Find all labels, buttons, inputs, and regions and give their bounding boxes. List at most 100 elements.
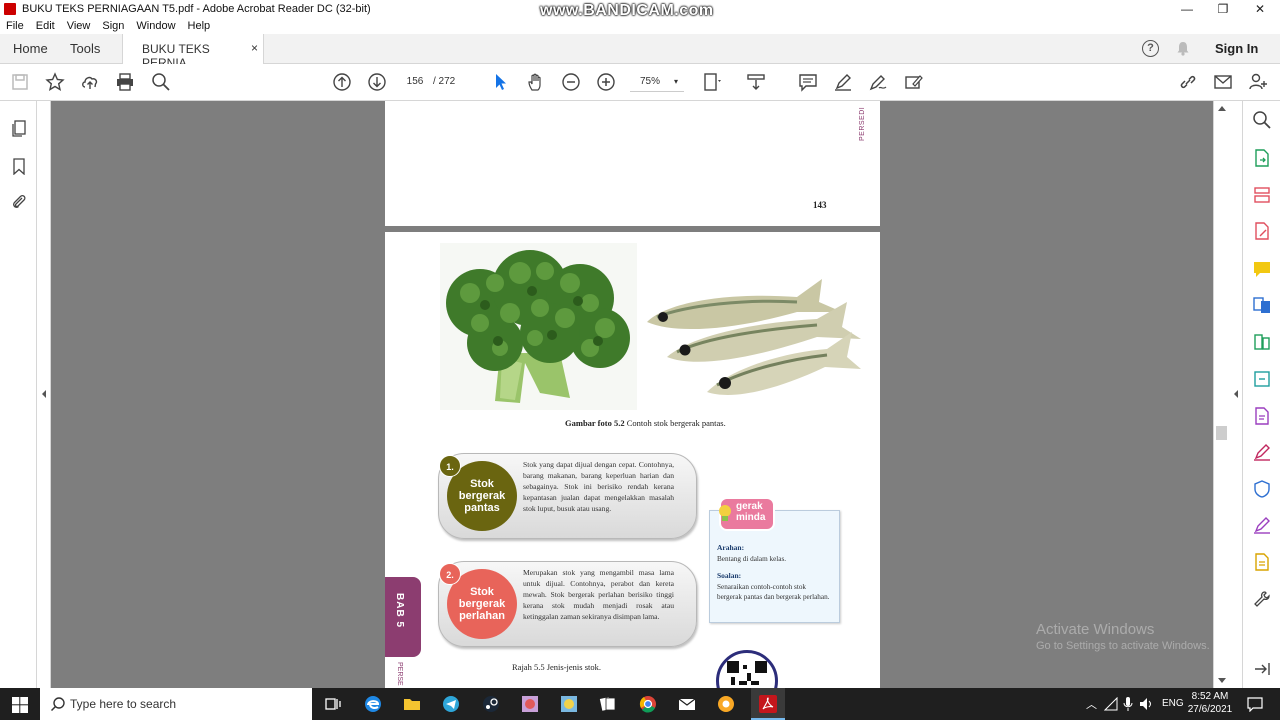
protect-shield-icon[interactable] xyxy=(1252,479,1272,499)
taskbar-search-box[interactable]: Type here to search xyxy=(40,688,312,720)
bookmarks-icon[interactable] xyxy=(10,157,28,175)
network-icon[interactable] xyxy=(1104,697,1118,711)
page-thumbnails-icon[interactable] xyxy=(10,119,28,137)
game-app-icon[interactable] xyxy=(520,694,540,714)
cloud-upload-icon[interactable] xyxy=(80,72,100,92)
tab-close-icon[interactable]: × xyxy=(251,41,258,55)
chapter-tab: BAB 5 xyxy=(385,577,421,657)
pdf-page-previous: PERSEDI 143 xyxy=(385,101,880,226)
stock-type-number: 1. xyxy=(439,455,461,477)
create-pdf-icon[interactable] xyxy=(1252,185,1272,205)
steam-icon[interactable] xyxy=(481,694,501,714)
notifications-icon[interactable] xyxy=(1247,696,1263,712)
window-title: BUKU TEKS PERNIAGAAN T5.pdf - Adobe Acro… xyxy=(22,3,371,15)
scroll-up-arrow-icon[interactable] xyxy=(1218,105,1226,111)
left-pane-toggle[interactable] xyxy=(37,101,51,688)
menu-window[interactable]: Window xyxy=(136,20,175,32)
add-person-icon[interactable] xyxy=(1248,72,1268,92)
menu-file[interactable]: File xyxy=(6,20,24,32)
qr-code[interactable] xyxy=(716,650,778,688)
diagram-caption: Rajah 5.5 Jenis-jenis stok. xyxy=(512,662,602,672)
zoom-level-dropdown[interactable]: 75% ▾ xyxy=(630,72,684,92)
chevron-down-icon: ▾ xyxy=(673,77,678,86)
previous-page-icon[interactable] xyxy=(332,72,352,92)
share-link-icon[interactable] xyxy=(1178,72,1198,92)
menu-help[interactable]: Help xyxy=(188,20,211,32)
search-zoom-icon[interactable] xyxy=(151,72,171,92)
telegram-icon[interactable] xyxy=(441,694,461,714)
chrome-canary-icon[interactable] xyxy=(716,694,736,714)
collapse-pane-icon[interactable] xyxy=(1252,659,1272,679)
scan-ocr-icon[interactable] xyxy=(1252,369,1272,389)
notification-bell-icon[interactable] xyxy=(1176,41,1190,56)
search-icon xyxy=(50,697,65,712)
minimize-button[interactable]: — xyxy=(1170,0,1204,18)
fill-sign-icon[interactable] xyxy=(903,72,923,92)
input-language[interactable]: ENG xyxy=(1162,698,1184,709)
scroll-mode-icon[interactable] xyxy=(746,72,766,92)
comment-icon[interactable] xyxy=(798,72,818,92)
edit-pdf-icon[interactable] xyxy=(1252,221,1272,241)
document-viewport[interactable]: PERSEDI 143 Gambar foto 5.2 Contoh stok … xyxy=(51,101,1213,688)
chrome-browser-icon[interactable] xyxy=(638,694,658,714)
comment-tool-icon[interactable] xyxy=(1252,259,1272,279)
scrollbar-thumb[interactable] xyxy=(1216,426,1227,440)
hand-tool-icon[interactable] xyxy=(526,72,546,92)
send-for-comments-icon[interactable] xyxy=(1252,552,1272,572)
menu-sign[interactable]: Sign xyxy=(102,20,124,32)
protect-document-icon[interactable] xyxy=(1252,406,1272,426)
tab-home[interactable]: Home xyxy=(13,41,48,56)
menu-edit[interactable]: Edit xyxy=(36,20,55,32)
zoom-out-icon[interactable] xyxy=(561,72,581,92)
clock-date: 27/6/2021 xyxy=(1187,704,1233,715)
task-view-icon[interactable] xyxy=(323,694,343,714)
save-icon[interactable] xyxy=(10,72,30,92)
fill-and-sign-icon[interactable] xyxy=(1252,442,1272,462)
volume-icon[interactable] xyxy=(1139,697,1153,711)
page-total: / 272 xyxy=(433,76,456,87)
tab-tools[interactable]: Tools xyxy=(70,41,100,56)
game-app-icon-2[interactable] xyxy=(559,694,579,714)
combine-files-icon[interactable] xyxy=(1252,295,1272,315)
search-tool-icon[interactable] xyxy=(1252,110,1272,130)
broccoli-photo xyxy=(440,243,637,410)
request-signatures-icon[interactable] xyxy=(1252,515,1272,535)
help-icon[interactable]: ? xyxy=(1142,40,1159,57)
file-explorer-icon[interactable] xyxy=(402,694,422,714)
arahan-label: Arahan: xyxy=(717,543,745,552)
close-window-button[interactable]: ✕ xyxy=(1243,0,1277,18)
soalan-text: Senaraikan contoh-contoh stok bergerak p… xyxy=(717,583,830,601)
scroll-down-arrow-icon[interactable] xyxy=(1218,678,1226,684)
taskbar-active-app[interactable] xyxy=(751,688,785,720)
edge-browser-icon[interactable] xyxy=(363,694,383,714)
system-clock[interactable]: 8:52 AM 27/6/2021 xyxy=(1186,690,1234,716)
export-pdf-icon[interactable] xyxy=(1252,148,1272,168)
microphone-icon[interactable] xyxy=(1123,696,1133,712)
zoom-in-icon[interactable] xyxy=(596,72,616,92)
select-cursor-icon[interactable] xyxy=(491,72,511,92)
tab-document[interactable]: BUKU TEKS PERNIA... × xyxy=(122,34,264,70)
clock-time: 8:52 AM xyxy=(1191,691,1229,702)
highlight-pen-icon[interactable] xyxy=(833,72,853,92)
sign-in-button[interactable]: Sign In xyxy=(1215,41,1258,56)
attachments-paperclip-icon[interactable] xyxy=(10,193,28,211)
menu-view[interactable]: View xyxy=(67,20,91,32)
more-tools-wrench-icon[interactable] xyxy=(1252,589,1272,609)
maximize-button[interactable]: ❐ xyxy=(1206,0,1240,18)
page-number-input[interactable]: 156 xyxy=(400,73,430,91)
mail-icon[interactable] xyxy=(677,694,697,714)
vertical-scrollbar[interactable] xyxy=(1213,101,1229,688)
tray-overflow-icon[interactable]: ︿ xyxy=(1086,696,1097,712)
bookmark-star-icon[interactable] xyxy=(45,72,65,92)
organize-pages-icon[interactable] xyxy=(1252,332,1272,352)
next-page-icon[interactable] xyxy=(367,72,387,92)
windows-start-icon[interactable] xyxy=(12,697,28,713)
solitaire-cards-icon[interactable] xyxy=(598,694,618,714)
draw-tool-icon[interactable] xyxy=(868,72,888,92)
right-pane-toggle[interactable] xyxy=(1229,101,1243,688)
stock-type-description: Merupakan stok yang mengambil masa lama … xyxy=(523,568,674,621)
left-navigation-pane xyxy=(0,101,37,688)
email-icon[interactable] xyxy=(1213,72,1233,92)
fit-page-icon[interactable] xyxy=(702,72,722,92)
print-icon[interactable] xyxy=(115,72,135,92)
